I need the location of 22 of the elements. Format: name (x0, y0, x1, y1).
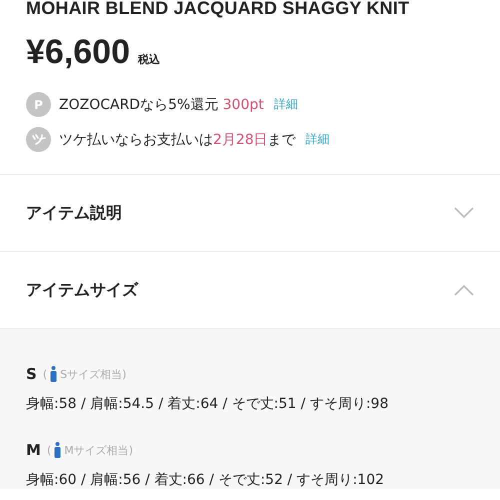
person-icon (50, 366, 58, 382)
product-title: MOHAIR BLEND JACQUARD SHAGGY KNIT (26, 0, 410, 19)
chevron-down-icon[interactable] (454, 207, 474, 219)
size-measurements: 身幅:58 / 肩幅:54.5 / 着丈:64 / そで丈:51 / すそ周り:98 (26, 395, 390, 413)
size-note: ( (42, 368, 48, 380)
tax-note: 税込 (138, 52, 160, 67)
payment-icon (26, 127, 51, 152)
size-note: Mサイズ相当) (64, 442, 134, 458)
price: ¥6,600 (26, 33, 130, 72)
person-icon (54, 442, 62, 458)
size-note: Sサイズ相当) (60, 366, 126, 382)
benefit-text: ZOZOCARDなら5%還元 300pt (59, 96, 264, 114)
size-note: ( (46, 444, 52, 456)
size-label: M (26, 441, 41, 459)
point-icon: P (26, 92, 51, 117)
accordion-header[interactable]: アイテム説明 (0, 174, 500, 251)
size-measurements: 身幅:60 / 肩幅:56 / 着丈:66 / そで丈:52 / すそ周り:102 (26, 471, 386, 489)
benefit-text: ツケ払いならお支払いは2月28日 まで (59, 130, 296, 148)
section-title: アイテム説明 (26, 202, 122, 224)
chevron-up-icon[interactable] (454, 284, 474, 296)
size-label: S (26, 365, 37, 383)
section-title: アイテムサイズ (26, 280, 138, 300)
